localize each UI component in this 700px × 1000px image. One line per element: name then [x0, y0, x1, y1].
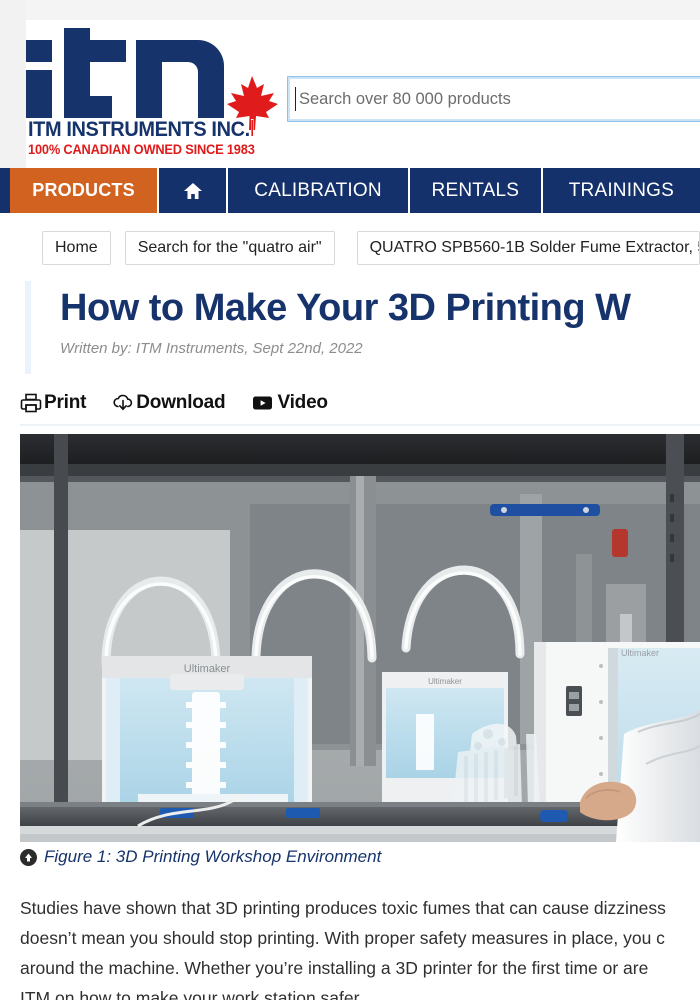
figure-caption-text: Figure 1: 3D Printing Workshop Environme… [44, 847, 382, 866]
video-play-icon [251, 393, 275, 413]
article-action-bar: Print Download Video [20, 388, 354, 418]
article-body: Studies have shown that 3D printing prod… [20, 898, 666, 1000]
download-button[interactable]: Download [112, 392, 226, 414]
article-byline: Written by: ITM Instruments, Sept 22nd, … [60, 340, 363, 357]
cloud-download-icon [112, 392, 134, 414]
nav-item-trainings[interactable]: TRAININGS [543, 168, 700, 213]
video-button[interactable]: Video [251, 392, 328, 414]
nav-item-calibration[interactable]: CALIBRATION [228, 168, 410, 213]
nav-item-rentals[interactable]: RENTALS [410, 168, 543, 213]
print-button[interactable]: Print [20, 392, 86, 414]
svg-text:Ultimaker: Ultimaker [621, 648, 659, 658]
home-icon [183, 182, 202, 199]
search-input[interactable] [287, 76, 700, 122]
printer-icon [20, 392, 42, 414]
search-box[interactable] [287, 76, 700, 122]
breadcrumb-item-product[interactable]: QUATRO SPB560-1B Solder Fume Extractor, … [356, 231, 700, 265]
article-figure-image: Ultimaker Ultimaker Ultimaker [20, 434, 700, 842]
download-label: Download [136, 392, 226, 413]
svg-text:Ultimaker: Ultimaker [184, 663, 231, 675]
page-root: ITM INSTRUMENTS INC. 100% CANADIAN OWNED… [0, 0, 700, 1000]
breadcrumb-item-home[interactable]: Home [42, 231, 111, 265]
itm-logo-mark [26, 28, 224, 118]
figure-caption: Figure 1: 3D Printing Workshop Environme… [20, 847, 381, 867]
title-accent-bar [25, 281, 31, 374]
header-top-strip [0, 0, 700, 20]
breadcrumb: Home Search for the "quatro air" QUATRO … [0, 228, 700, 268]
circle-up-arrow-icon [20, 848, 37, 866]
logo-tagline: 100% CANADIAN OWNED SINCE 1983 [28, 142, 255, 157]
header-left-strip [0, 0, 26, 168]
video-label: Video [277, 392, 328, 413]
nav-item-home[interactable] [159, 168, 229, 213]
page-title: How to Make Your 3D Printing W [60, 287, 631, 329]
action-bar-divider [20, 424, 700, 426]
print-label: Print [44, 392, 87, 413]
site-header: ITM INSTRUMENTS INC. 100% CANADIAN OWNED… [0, 0, 700, 168]
svg-text:Ultimaker: Ultimaker [428, 677, 462, 686]
site-logo[interactable]: ITM INSTRUMENTS INC. 100% CANADIAN OWNED… [26, 28, 278, 157]
nav-item-products[interactable]: PRODUCTS [9, 168, 160, 213]
logo-company-name: ITM INSTRUMENTS INC. [28, 118, 250, 141]
breadcrumb-item-search[interactable]: Search for the "quatro air" [124, 231, 335, 265]
workshop-photo: Ultimaker Ultimaker Ultimaker [20, 434, 700, 842]
search-text-caret [295, 87, 296, 111]
main-navigation: PRODUCTS CALIBRATION RENTALS TRAININGS [0, 168, 700, 213]
nav-left-pad [0, 168, 10, 213]
